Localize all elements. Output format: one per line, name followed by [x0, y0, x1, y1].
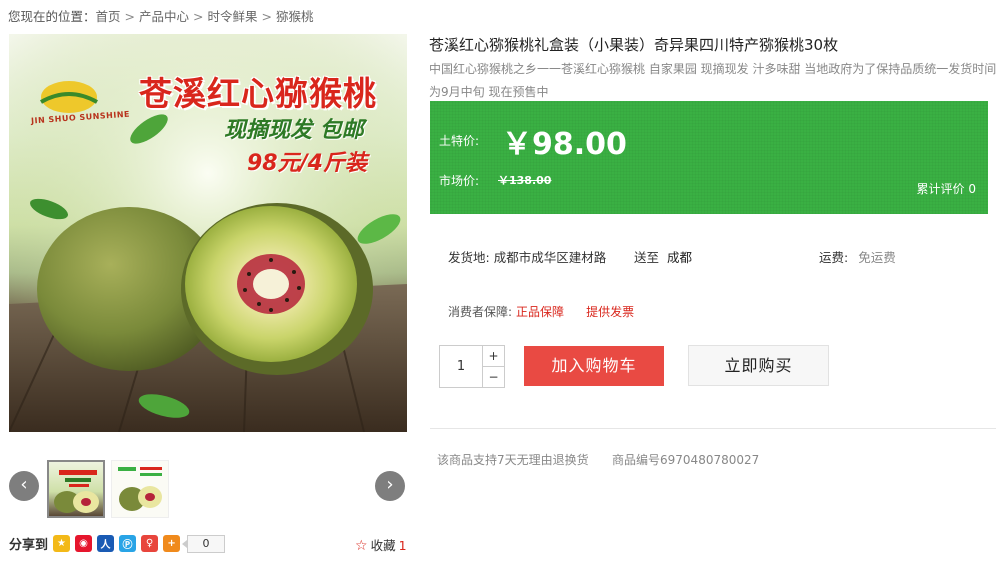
- breadcrumb-products[interactable]: 产品中心: [139, 9, 189, 24]
- ship-to-label: 送至: [634, 250, 660, 265]
- add-to-cart-button[interactable]: 加入购物车: [524, 346, 664, 386]
- market-price-label: 市场价:: [439, 174, 480, 188]
- ship-to-city[interactable]: 成都: [667, 250, 692, 265]
- thumbnail-kiwi-image: [118, 467, 162, 511]
- thumbnail-kiwi-image: [54, 470, 99, 513]
- ship-from: 发货地: 成都市成华区建材路: [448, 247, 606, 266]
- thumbnail-prev-button[interactable]: ‹: [9, 471, 39, 501]
- breadcrumb-home[interactable]: 首页: [96, 9, 121, 24]
- product-title: 苍溪红心猕猴桃礼盒装（小果装）奇异果四川特产猕猴桃30枚: [429, 36, 839, 54]
- review-label: 累计评价: [916, 182, 965, 196]
- main-product-image: JIN SHUO SUNSHINE 苍溪红心猕猴桃 现摘现发 包邮 98元/4斤…: [9, 34, 407, 432]
- quantity-input[interactable]: [439, 345, 483, 388]
- guarantee-invoice[interactable]: 提供发票: [586, 305, 634, 319]
- breadcrumb-separator: >: [124, 9, 136, 24]
- special-price-label: 土特价:: [439, 134, 480, 148]
- sku-value: 6970480780027: [660, 453, 760, 467]
- share-count: 0: [182, 534, 226, 553]
- breadcrumb-kiwi[interactable]: 猕猴桃: [276, 9, 314, 24]
- ship-from-value: 成都市成华区建材路: [493, 250, 607, 265]
- freight-value: 免运费: [858, 250, 896, 265]
- promo-title: 苍溪红心猕猴桃: [139, 74, 377, 113]
- breadcrumb: 您现在的位置：首页 > 产品中心 > 时令鲜果 > 猕猴桃: [8, 6, 314, 25]
- thumbnail-2[interactable]: [111, 460, 169, 518]
- tencent-weibo-icon[interactable]: ♀: [141, 535, 159, 552]
- collect-button[interactable]: ☆ 收藏 1: [355, 535, 407, 554]
- promo-price: 98元/4斤装: [247, 151, 367, 176]
- freight: 运费: 免运费: [819, 247, 896, 266]
- star-icon: ☆: [355, 538, 368, 554]
- qq-icon[interactable]: Ⓟ: [119, 535, 137, 552]
- collect-count: 1: [398, 538, 407, 553]
- review-number: 0: [968, 182, 976, 196]
- breadcrumb-separator: >: [261, 9, 273, 24]
- share-label: 分享到: [9, 538, 49, 553]
- breadcrumb-separator: >: [193, 9, 204, 24]
- return-policy: 该商品支持7天无理由退换货: [437, 453, 589, 467]
- review-count[interactable]: 累计评价 0: [917, 180, 976, 197]
- quantity-decrease-button[interactable]: −: [482, 366, 505, 388]
- price-panel: 土特价: ￥98.00 市场价: ￥138.00 累计评价 0: [430, 101, 988, 214]
- renren-icon[interactable]: 人: [97, 535, 115, 552]
- thumbnail-next-button[interactable]: ›: [375, 471, 405, 501]
- ship-from-label: 发货地:: [448, 250, 490, 265]
- breadcrumb-prefix: 您现在的位置：: [8, 9, 96, 24]
- product-description: 中国红心猕猴桃之乡一一苍溪红心猕猴桃 自家果园 现摘现发 汁多味甜 当地政府为了…: [429, 62, 997, 99]
- product-sku: 商品编号6970480780027: [612, 451, 759, 468]
- qzone-icon[interactable]: ★: [53, 535, 71, 552]
- guarantee-label: 消费者保障:: [448, 305, 513, 319]
- buy-now-button[interactable]: 立即购买: [688, 345, 829, 386]
- weibo-icon[interactable]: ◉: [75, 535, 93, 552]
- consumer-guarantee: 消费者保障: 正品保障 提供发票: [448, 303, 652, 320]
- collect-label: 收藏: [370, 538, 396, 553]
- thumbnail-1[interactable]: [47, 460, 105, 518]
- breadcrumb-seasonal-fruit[interactable]: 时令鲜果: [208, 9, 258, 24]
- freight-label: 运费:: [819, 250, 849, 265]
- ship-to[interactable]: 送至 成都: [634, 247, 692, 266]
- guarantee-authentic[interactable]: 正品保障: [516, 305, 564, 319]
- quantity-increase-button[interactable]: +: [482, 345, 505, 367]
- more-share-icon[interactable]: +: [163, 535, 181, 552]
- share-bar: 分享到 ★ ◉ 人 Ⓟ ♀ + 0: [9, 534, 226, 553]
- sku-label: 商品编号: [612, 453, 661, 467]
- promo-subtitle: 现摘现发 包邮: [224, 118, 364, 143]
- special-price: ￥98.00: [502, 127, 627, 162]
- divider: [430, 428, 996, 429]
- market-price: ￥138.00: [498, 174, 552, 187]
